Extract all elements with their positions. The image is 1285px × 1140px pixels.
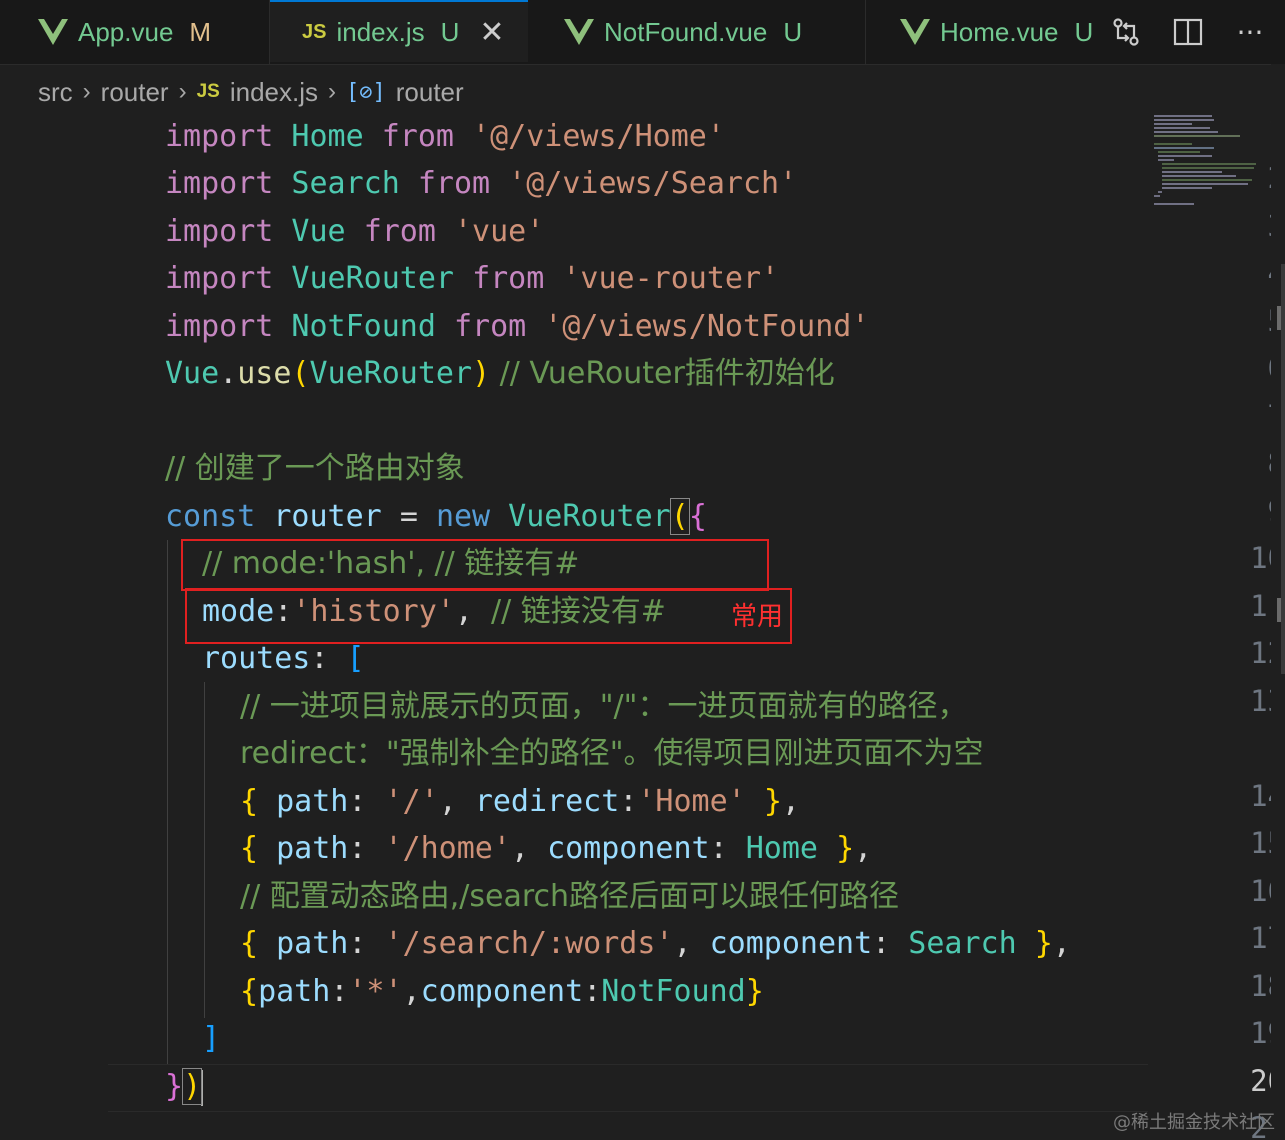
line-number: 17 xyxy=(1250,921,1285,955)
line-number: 10 xyxy=(1250,541,1285,575)
indent-guide xyxy=(204,682,205,1018)
line-number: 19 xyxy=(1250,1016,1285,1050)
tab-index-js[interactable]: JS index.js U ✕ xyxy=(270,0,528,62)
line-number: 12 xyxy=(1250,636,1285,670)
text-cursor xyxy=(201,1069,204,1106)
code-line-2: import Search from '@/views/Search' xyxy=(165,166,798,201)
line-number: 13 xyxy=(1250,684,1285,718)
code-line-17: { path: '/search/:words', component: Sea… xyxy=(240,926,1071,961)
breadcrumb-item-router[interactable]: router xyxy=(101,77,169,108)
code-line-6: Vue.use(VueRouter) // VueRouter插件初始化 xyxy=(165,356,835,391)
code-line-8: // 创建了一个路由对象 xyxy=(165,451,465,486)
current-line-highlight xyxy=(108,1064,1148,1112)
more-actions-icon[interactable]: ··· xyxy=(1233,15,1267,49)
line-number: 18 xyxy=(1250,969,1285,1003)
vue-icon xyxy=(900,19,930,45)
tab-app-vue[interactable]: App.vue M xyxy=(0,0,270,64)
chevron-right-icon: › xyxy=(82,78,91,105)
js-icon: JS xyxy=(302,20,327,43)
tab-status: U xyxy=(1074,16,1094,47)
code-line-14: { path: '/', redirect:'Home' }, xyxy=(240,784,800,819)
compare-changes-icon[interactable] xyxy=(1109,15,1143,49)
watermark: @稀土掘金技术社区 xyxy=(1113,1112,1275,1133)
line-number: 3 xyxy=(1177,209,1285,243)
tab-status: U xyxy=(783,16,803,47)
line-number: 14 xyxy=(1250,779,1285,813)
tab-status: U xyxy=(440,16,460,47)
code-line-4: import VueRouter from 'vue-router' xyxy=(165,261,780,296)
tab-home-vue[interactable]: Home.vue U xyxy=(866,0,1096,64)
code-line-1: import Home from '@/views/Home' xyxy=(165,119,725,154)
line-number-current: 20 xyxy=(1250,1064,1285,1098)
tab-status: M xyxy=(189,16,212,47)
breadcrumb-item-src[interactable]: src xyxy=(38,77,73,108)
code-line-9: const router = new VueRouter({ xyxy=(165,498,707,535)
split-editor-icon[interactable] xyxy=(1171,15,1205,49)
vue-icon xyxy=(564,19,594,45)
tab-notfound-vue[interactable]: NotFound.vue U xyxy=(528,0,866,64)
line-number: 9 xyxy=(1177,494,1285,528)
editor-actions: ··· xyxy=(1109,0,1285,64)
line-number: 16 xyxy=(1250,874,1285,908)
code-line-13: // 一进项目就展示的页面，"/"：一进页面就有的路径， xyxy=(240,689,968,724)
highlight-box-hash xyxy=(181,539,769,591)
line-number: 8 xyxy=(1177,446,1285,480)
code-line-19: ] xyxy=(202,1021,221,1056)
chevron-right-icon: › xyxy=(328,78,336,105)
tab-label: Home.vue xyxy=(940,16,1059,47)
tab-bar: App.vue M JS index.js U ✕ NotFound.vue U… xyxy=(0,0,1285,65)
chevron-right-icon: › xyxy=(178,78,187,105)
highlight-box-history xyxy=(185,588,792,644)
close-icon[interactable]: ✕ xyxy=(479,15,504,50)
breadcrumb-item-symbol[interactable]: router xyxy=(396,77,464,108)
line-number: 4 xyxy=(1177,256,1285,290)
code-line-16: // 配置动态路由,/search路径后面可以跟任何路径 xyxy=(240,879,900,914)
vue-icon xyxy=(38,19,68,45)
code-line-15: { path: '/home', component: Home }, xyxy=(240,831,873,866)
annotation-label: 常用 xyxy=(731,602,784,632)
tab-label: App.vue xyxy=(78,16,174,47)
code-line-20: }) xyxy=(165,1068,204,1106)
code-line-13-wrap: redirect："强制补全的路径"。使得项目刚进页面不为空 xyxy=(240,736,984,771)
code-line-5: import NotFound from '@/views/NotFound' xyxy=(165,309,870,344)
breadcrumb: src › router › JS index.js › [⊘] router xyxy=(38,72,464,112)
symbol-variable-icon: [⊘] xyxy=(346,79,386,105)
breadcrumb-item-file[interactable]: index.js xyxy=(230,77,318,108)
code-line-3: import Vue from 'vue' xyxy=(165,214,545,249)
code-editor[interactable]: 1 2 3 4 5 6 7 8 9 10 11 12 13 14 15 16 1… xyxy=(0,114,1285,1140)
line-number: 7 xyxy=(1177,399,1285,433)
vertical-scrollbar[interactable] xyxy=(1271,64,1285,1140)
minimap[interactable] xyxy=(1152,114,1262,209)
tab-label: NotFound.vue xyxy=(604,16,768,47)
line-number: 5 xyxy=(1177,304,1285,338)
scrollbar-thumb[interactable] xyxy=(1281,264,1285,674)
code-line-18: {path:'*',component:NotFound} xyxy=(240,974,764,1009)
line-number: 11 xyxy=(1250,589,1285,623)
tab-label: index.js xyxy=(336,16,425,47)
line-number: 6 xyxy=(1177,351,1285,385)
indent-guide xyxy=(167,540,168,1064)
line-number: 15 xyxy=(1250,826,1285,860)
js-icon: JS xyxy=(196,81,220,102)
